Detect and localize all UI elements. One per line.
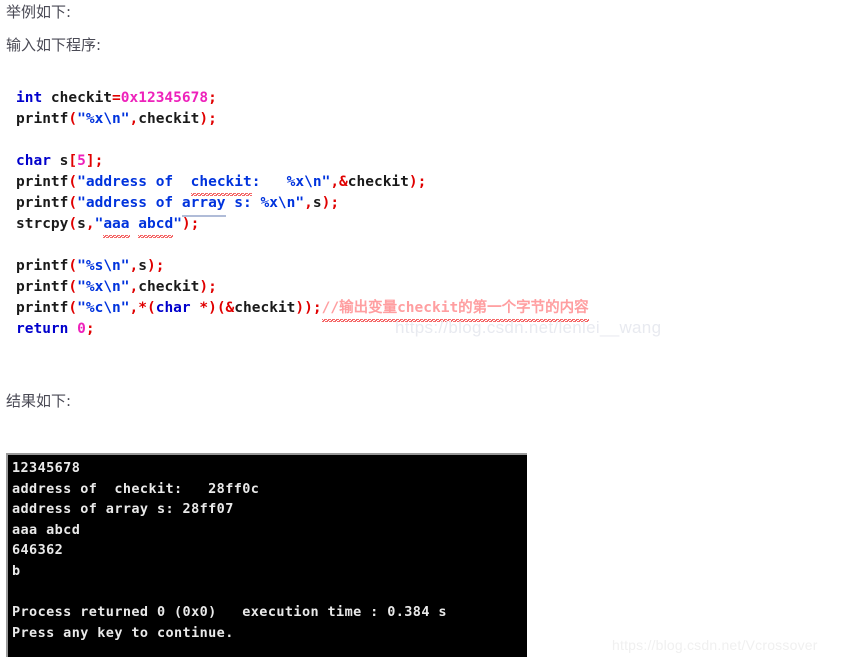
- code-token: return: [16, 321, 69, 337]
- code-token: ;: [85, 321, 95, 337]
- code-token: "%c\n": [77, 300, 130, 316]
- code-token: ));: [295, 300, 322, 316]
- code-token: "address of: [77, 195, 182, 211]
- code-token: s: [50, 153, 69, 169]
- code-token: checkit: [138, 111, 200, 127]
- console-line-5: b: [12, 562, 21, 579]
- code-token: int: [16, 90, 43, 106]
- code-token: char: [16, 153, 51, 169]
- line-strcpy: strcpy(s,"aaa abcd");: [0, 214, 760, 238]
- code-token: checkit: [138, 279, 200, 295]
- code-token: s: %x\n": [225, 195, 305, 211]
- code-token: printf: [16, 258, 69, 274]
- watermark-corner: https://blog.csdn.net/Vcrossover: [612, 637, 818, 653]
- code-token: 0: [77, 321, 86, 337]
- code-token: printf: [16, 300, 69, 316]
- code-token: ": [173, 216, 182, 232]
- code-token: );: [321, 195, 340, 211]
- code-token: s: [312, 195, 322, 211]
- console-line-4: 646362: [12, 542, 64, 559]
- code-token: ,*(: [129, 300, 156, 316]
- code-token: strcpy: [16, 216, 69, 232]
- code-token: printf: [16, 279, 69, 295]
- code-token: printf: [16, 111, 69, 127]
- line-blank-1: [0, 130, 760, 151]
- code-token: (: [68, 111, 78, 127]
- code-token: aaa: [103, 214, 130, 238]
- intro-text-result: 结果如下:: [6, 392, 72, 410]
- console-output: 12345678 address of checkit: 28ff0c addres…: [12, 458, 447, 643]
- code-token: char: [155, 300, 191, 316]
- code-token: ];: [85, 153, 104, 169]
- code-token: (: [68, 174, 78, 190]
- code-token: : %x\n": [251, 174, 331, 190]
- code-token: "%x\n": [77, 279, 130, 295]
- line-printf-char-cast: printf("%c\n",*(char *)(&checkit));//输出变…: [0, 298, 760, 322]
- line-printf-hex-checkit-1: printf("%x\n",checkit);: [0, 109, 760, 130]
- code-token: );: [408, 174, 427, 190]
- code-token: abcd: [138, 214, 173, 238]
- code-token: (: [68, 279, 78, 295]
- line-declare-checkit: int checkit=0x12345678;: [0, 88, 760, 109]
- console-line-3: aaa abcd: [12, 521, 81, 538]
- code-token: ,: [304, 195, 313, 211]
- code-token: "%x\n": [77, 111, 130, 127]
- code-token: checkit: [347, 174, 409, 190]
- code-token: 5: [77, 153, 86, 169]
- code-token: ": [94, 216, 104, 232]
- console-line-7: Process returned 0 (0x0) execution time …: [12, 604, 447, 621]
- line-printf-string-s: printf("%s\n",s);: [0, 256, 760, 277]
- code-token: );: [181, 216, 200, 232]
- code-token: checkit: [42, 90, 113, 106]
- code-token: printf: [16, 174, 69, 190]
- console-window: 12345678 address of checkit: 28ff0c addres…: [6, 453, 527, 657]
- code-token: );: [199, 279, 217, 295]
- code-token: "address of: [77, 174, 191, 190]
- code-token: [: [68, 153, 78, 169]
- code-token: );: [199, 111, 217, 127]
- code-token: "%s\n": [77, 258, 130, 274]
- code-token: (: [68, 216, 78, 232]
- intro-text-example: 举例如下:: [6, 3, 72, 21]
- code-token: (: [68, 258, 78, 274]
- line-printf-address-checkit: printf("address of checkit: %x\n",&check…: [0, 172, 760, 196]
- code-token: (: [68, 300, 78, 316]
- console-line-1: address of checkit: 28ff0c: [12, 480, 260, 497]
- console-line-8: Press any key to continue.: [12, 624, 234, 641]
- code-token: s: [138, 258, 147, 274]
- page-root: 举例如下: 输入如下程序: int checkit=0x12345678; pri…: [0, 0, 843, 665]
- code-token: *)(&: [190, 300, 235, 316]
- console-line-0: 12345678: [12, 460, 81, 476]
- code-token: ,: [129, 258, 139, 274]
- code-token: printf: [16, 195, 69, 211]
- code-token: //输出变量checkit的第一个字节的内容: [321, 298, 589, 322]
- code-token: ;: [208, 90, 217, 106]
- line-printf-address-array: printf("address of array s: %x\n",s);: [0, 193, 760, 217]
- code-token: (: [68, 195, 78, 211]
- console-line-2: address of array s: 28ff07: [12, 501, 234, 518]
- code-token: =: [112, 90, 121, 106]
- line-blank-2: [0, 235, 760, 256]
- watermark-inline: https://blog.csdn.net/lenlei__wang: [395, 318, 662, 337]
- code-token: ,&: [330, 174, 348, 190]
- code-listing: int checkit=0x12345678; printf("%x\n",che…: [0, 88, 760, 340]
- code-token: ,: [129, 111, 139, 127]
- code-token: ,: [129, 279, 139, 295]
- code-token: s: [77, 216, 86, 232]
- code-token: array: [181, 193, 226, 217]
- console-line-6: [12, 582, 447, 603]
- code-token: ,: [85, 216, 95, 232]
- line-printf-hex-checkit-2: printf("%x\n",checkit);: [0, 277, 760, 298]
- code-token: checkit: [190, 172, 252, 196]
- code-token: checkit: [234, 300, 296, 316]
- code-token: );: [146, 258, 165, 274]
- line-declare-array-s: char s[5];: [0, 151, 760, 172]
- intro-text-input-program: 输入如下程序:: [6, 36, 102, 54]
- code-token: 0x12345678: [120, 90, 209, 106]
